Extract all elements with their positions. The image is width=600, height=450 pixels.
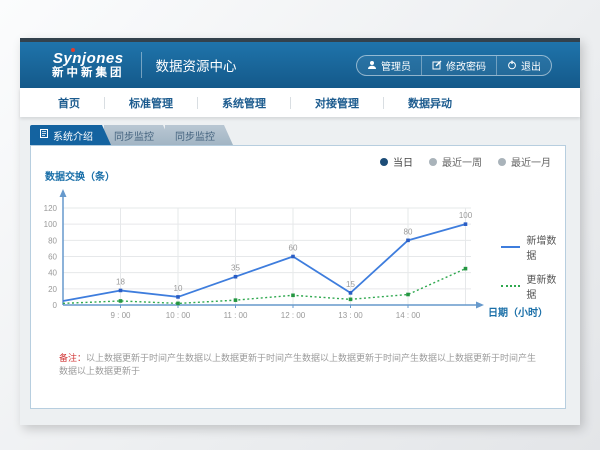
logo-brand: Synjones: [52, 50, 125, 67]
radio-icon: [380, 158, 388, 166]
tab-1[interactable]: 同步监控: [104, 125, 172, 145]
nav-item-4[interactable]: 数据异动: [384, 95, 476, 111]
svg-text:60: 60: [289, 244, 298, 253]
svg-text:20: 20: [48, 285, 57, 294]
header-divider: [141, 52, 142, 78]
chart-panel: 当日 最近一周 最近一月 数据交换（条） 0 20 40 60 80 100 120 9 : 00…: [30, 145, 566, 409]
svg-text:18: 18: [116, 277, 125, 286]
logo-accent: [71, 48, 75, 52]
content: 系统介绍同步监控同步监控 当日最近一周最近一月 数据交换（条） 02040608…: [20, 117, 580, 425]
user-icon: [367, 60, 377, 70]
svg-text:40: 40: [48, 269, 57, 278]
legend-line-sample: [501, 285, 520, 287]
legend-line-sample: [501, 246, 520, 248]
svg-text:80: 80: [404, 227, 413, 236]
y-axis-title: 数据交换（条）: [45, 168, 115, 183]
svg-text:15: 15: [346, 280, 355, 289]
logo-sub: 新中新集团: [52, 67, 125, 80]
legend-item-0: 新增数据: [501, 232, 565, 262]
power-icon: [507, 60, 517, 70]
footnote-text: 以上数据更新于时间产生数据以上数据更新于时间产生数据以上数据更新于时间产生数据以…: [59, 353, 536, 376]
user-menu-item-0[interactable]: 管理员: [357, 56, 421, 75]
svg-text:14 : 00: 14 : 00: [396, 311, 421, 320]
nav-item-2[interactable]: 系统管理: [198, 95, 290, 111]
footnote: 备注：以上数据更新于时间产生数据以上数据更新于时间产生数据以上数据更新于时间产生…: [59, 352, 541, 378]
header: Synjones 新中新集团 数据资源中心 管理员修改密码退出: [20, 42, 580, 88]
nav-item-3[interactable]: 对接管理: [291, 95, 383, 111]
edit-icon: [432, 60, 442, 70]
svg-text:12 : 00: 12 : 00: [281, 311, 306, 320]
time-range-filters: 当日 最近一周 最近一月: [380, 154, 551, 169]
user-menu-item-1[interactable]: 修改密码: [421, 56, 496, 75]
tab-bar: 系统介绍同步监控同步监控: [30, 125, 233, 145]
svg-text:11 : 00: 11 : 00: [224, 311, 248, 320]
svg-text:9 : 00: 9 : 00: [110, 311, 131, 320]
chart-legend: 新增数据更新数据: [501, 232, 565, 310]
filter-0[interactable]: 当日: [380, 154, 413, 169]
filter-2[interactable]: 最近一月: [498, 154, 551, 169]
svg-text:10: 10: [174, 284, 183, 293]
app-window: Synjones 新中新集团 数据资源中心 管理员修改密码退出 首页标准管理系统…: [20, 38, 580, 425]
svg-text:80: 80: [48, 236, 57, 245]
logo: Synjones 新中新集团: [52, 50, 125, 80]
svg-text:60: 60: [48, 253, 57, 262]
line-chart: 0 20 40 60 80 100 120 9 : 00 10 : 00 11 : 00 12 : …: [31, 182, 567, 334]
svg-text:120: 120: [44, 204, 58, 213]
svg-text:100: 100: [459, 211, 473, 220]
radio-icon: [429, 158, 437, 166]
user-menu: 管理员修改密码退出: [356, 55, 552, 76]
radio-icon: [498, 158, 506, 166]
legend-item-1: 更新数据: [501, 271, 565, 301]
svg-text:10 : 00: 10 : 00: [166, 311, 191, 320]
nav-item-1[interactable]: 标准管理: [105, 95, 197, 111]
filter-1[interactable]: 最近一周: [429, 154, 482, 169]
user-menu-item-2[interactable]: 退出: [496, 56, 551, 75]
nav-item-0[interactable]: 首页: [34, 95, 104, 111]
svg-text:0: 0: [53, 301, 58, 310]
app-title: 数据资源中心: [156, 55, 237, 75]
main-nav: 首页标准管理系统管理对接管理数据异动: [20, 88, 580, 117]
svg-text:100: 100: [44, 220, 58, 229]
svg-text:13 : 00: 13 : 00: [338, 311, 363, 320]
footnote-prefix: 备注：: [59, 353, 86, 363]
tab-2[interactable]: 同步监控: [165, 125, 233, 145]
document-icon: [40, 129, 48, 141]
svg-text:35: 35: [231, 264, 240, 273]
tab-0[interactable]: 系统介绍: [30, 125, 111, 145]
